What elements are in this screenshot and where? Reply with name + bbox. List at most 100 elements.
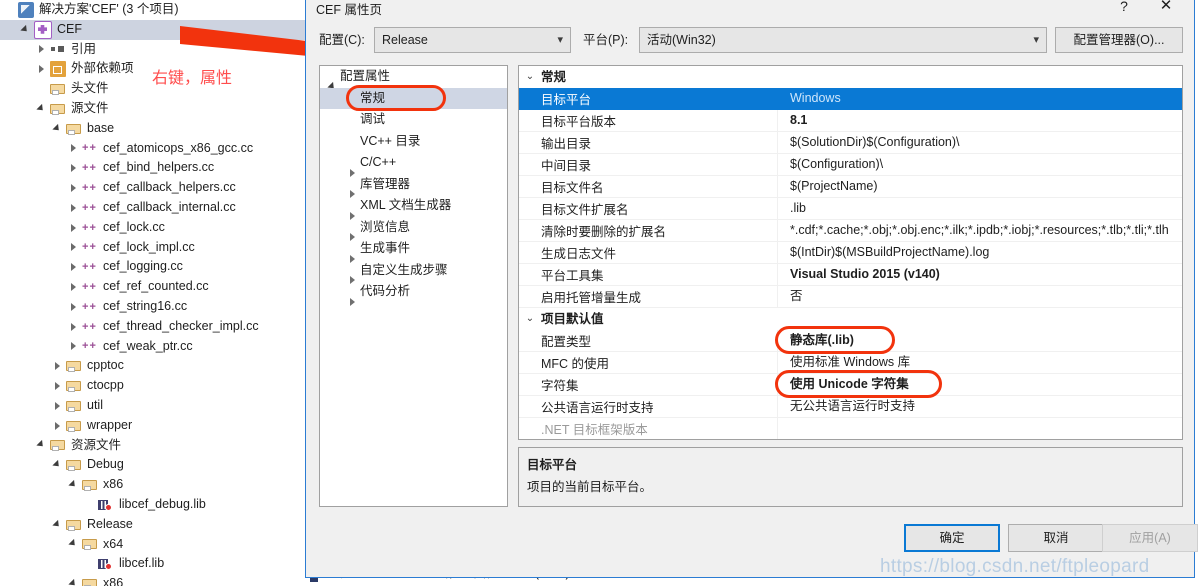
dialog-nav-item[interactable]: 调试: [320, 109, 507, 131]
expand-triangle-icon[interactable]: [68, 281, 80, 293]
expand-triangle-icon[interactable]: [52, 400, 64, 412]
expand-triangle-icon[interactable]: [68, 142, 80, 154]
collapse-triangle-icon[interactable]: [36, 439, 48, 451]
tree-item[interactable]: Debug: [0, 455, 306, 475]
collapse-triangle-icon[interactable]: [52, 519, 64, 531]
property-row[interactable]: 公共语言运行时支持 无公共语言运行时支持: [519, 395, 1182, 418]
expand-triangle-icon[interactable]: [68, 301, 80, 313]
collapse-triangle-icon[interactable]: [68, 538, 80, 550]
property-value[interactable]: 否: [777, 285, 1182, 308]
expand-triangle-icon[interactable]: [52, 360, 64, 372]
property-value[interactable]: 使用 Unicode 字符集: [777, 373, 1182, 396]
tree-item[interactable]: cef_lock_impl.cc: [0, 238, 306, 258]
tree-item[interactable]: Release: [0, 515, 306, 535]
tree-item[interactable]: CEF: [0, 19, 306, 40]
expand-triangle-icon[interactable]: [68, 261, 80, 273]
property-value[interactable]: $(SolutionDir)$(Configuration)\: [777, 131, 1182, 154]
tree-item[interactable]: base: [0, 119, 306, 139]
dialog-nav-item[interactable]: 浏览信息: [320, 217, 507, 242]
tree-item[interactable]: cef_ref_counted.cc: [0, 277, 306, 298]
property-value[interactable]: $(Configuration)\: [777, 153, 1182, 176]
property-value[interactable]: Visual Studio 2015 (v140): [777, 263, 1182, 286]
property-value[interactable]: $(IntDir)$(MSBuildProjectName).log: [777, 241, 1182, 264]
configuration-manager-button[interactable]: 配置管理器(O)...: [1055, 27, 1183, 53]
property-row[interactable]: 目标文件扩展名 .lib: [519, 197, 1182, 220]
collapse-triangle-icon[interactable]: [52, 459, 64, 471]
property-value[interactable]: $(ProjectName): [777, 175, 1182, 198]
property-group-header[interactable]: ⌄ 项目默认值: [519, 308, 1182, 330]
dialog-nav-item[interactable]: 自定义生成步骤: [320, 260, 507, 285]
expand-triangle-icon[interactable]: [68, 340, 80, 352]
cancel-button[interactable]: 取消: [1008, 524, 1104, 552]
property-row[interactable]: MFC 的使用 使用标准 Windows 库: [519, 351, 1182, 374]
property-group-header[interactable]: ⌄ 常规: [519, 66, 1182, 88]
property-row[interactable]: 字符集 使用 Unicode 字符集: [519, 370, 1182, 398]
tree-item[interactable]: wrapper: [0, 416, 306, 436]
property-row[interactable]: 目标平台 Windows: [519, 87, 1182, 110]
collapse-triangle-icon[interactable]: [68, 578, 80, 586]
dialog-nav-item[interactable]: VC++ 目录: [320, 131, 507, 153]
property-value[interactable]: *.cdf;*.cache;*.obj;*.obj.enc;*.ilk;*.ip…: [777, 219, 1182, 242]
property-row[interactable]: 清除时要删除的扩展名 *.cdf;*.cache;*.obj;*.obj.enc;…: [519, 219, 1182, 242]
tree-item[interactable]: 源文件: [0, 99, 306, 119]
property-value[interactable]: 使用链接时间代码生成: [777, 440, 1182, 441]
property-row[interactable]: 生成日志文件 $(IntDir)$(MSBuildProjectName).log: [519, 241, 1182, 264]
dialog-nav-item[interactable]: XML 文档生成器: [320, 195, 507, 220]
tree-item[interactable]: cef_weak_ptr.cc: [0, 337, 306, 357]
expand-triangle-icon[interactable]: [68, 182, 80, 194]
tree-item[interactable]: cef_thread_checker_impl.cc: [0, 317, 306, 337]
configuration-combobox[interactable]: Release ▾: [374, 27, 571, 53]
dialog-nav-item[interactable]: 库管理器: [320, 174, 507, 199]
chevron-down-icon[interactable]: ⌄: [519, 66, 541, 88]
expand-triangle-icon[interactable]: [36, 43, 48, 55]
property-value[interactable]: 8.1: [777, 109, 1182, 132]
tree-item[interactable]: libcef.lib: [0, 554, 306, 574]
expand-triangle-icon[interactable]: [68, 222, 80, 234]
tree-item[interactable]: cef_logging.cc: [0, 257, 306, 278]
property-row[interactable]: .NET 目标框架版本: [519, 417, 1182, 439]
tree-item[interactable]: x64: [0, 535, 306, 555]
property-value[interactable]: 静态库(.lib): [777, 329, 1182, 352]
dialog-nav-item[interactable]: 代码分析: [320, 281, 507, 306]
property-row[interactable]: 目标文件名 $(ProjectName): [519, 175, 1182, 198]
property-row[interactable]: 输出目录 $(SolutionDir)$(Configuration)\: [519, 131, 1182, 154]
apply-button[interactable]: 应用(A): [1102, 524, 1198, 552]
tree-item[interactable]: cef_atomicops_x86_gcc.cc: [0, 139, 306, 159]
dialog-nav-item[interactable]: C/C++: [320, 152, 507, 177]
tree-item[interactable]: cef_callback_internal.cc: [0, 198, 306, 219]
property-grid[interactable]: ⌄ 常规 目标平台 Windows 目标平台版本 8.1 输出目录 $(SolutionDir…: [518, 65, 1183, 440]
tree-item[interactable]: 资源文件: [0, 436, 306, 456]
tree-item[interactable]: x86: [0, 475, 306, 495]
help-question-icon[interactable]: ?: [1110, 0, 1138, 19]
property-row[interactable]: 中间目录 $(Configuration)\: [519, 153, 1182, 176]
property-value[interactable]: 使用标准 Windows 库: [777, 351, 1182, 374]
expand-triangle-icon[interactable]: [52, 380, 64, 392]
tree-item[interactable]: cef_bind_helpers.cc: [0, 158, 306, 179]
property-value[interactable]: [777, 417, 1182, 439]
expand-triangle-icon[interactable]: [36, 63, 48, 75]
tree-item[interactable]: cef_string16.cc: [0, 297, 306, 318]
tree-item[interactable]: 解决方案'CEF' (3 个项目): [0, 0, 306, 20]
expand-triangle-icon[interactable]: [68, 241, 80, 253]
tree-item[interactable]: cef_lock.cc: [0, 218, 306, 238]
expand-triangle-icon[interactable]: [68, 162, 80, 174]
dialog-nav-item[interactable]: 常规: [320, 84, 507, 111]
expand-triangle-icon[interactable]: [52, 420, 64, 432]
close-x-icon[interactable]: ✕: [1146, 0, 1186, 19]
chevron-down-icon[interactable]: ⌄: [519, 308, 541, 330]
property-value[interactable]: Windows: [777, 87, 1182, 110]
property-row[interactable]: 目标平台版本 8.1: [519, 109, 1182, 132]
tree-item[interactable]: cpptoc: [0, 356, 306, 376]
tree-item[interactable]: util: [0, 396, 306, 416]
tree-item[interactable]: libcef_debug.lib: [0, 495, 306, 515]
collapse-triangle-icon[interactable]: [52, 123, 64, 135]
ok-button[interactable]: 确定: [904, 524, 1000, 552]
platform-combobox[interactable]: 活动(Win32) ▾: [639, 27, 1047, 53]
dialog-nav-tree[interactable]: 配置属性 常规 调试 VC++ 目录 C/C++ 库管理器 XML 文档生成器 浏览信息 生成事…: [319, 65, 508, 507]
tree-item[interactable]: cef_callback_helpers.cc: [0, 178, 306, 199]
property-row[interactable]: 平台工具集 Visual Studio 2015 (v140): [519, 263, 1182, 286]
property-row[interactable]: 配置类型 静态库(.lib): [519, 326, 1182, 354]
expand-triangle-icon[interactable]: [68, 202, 80, 214]
tree-item[interactable]: x86: [0, 574, 306, 586]
collapse-triangle-icon[interactable]: [68, 479, 80, 491]
